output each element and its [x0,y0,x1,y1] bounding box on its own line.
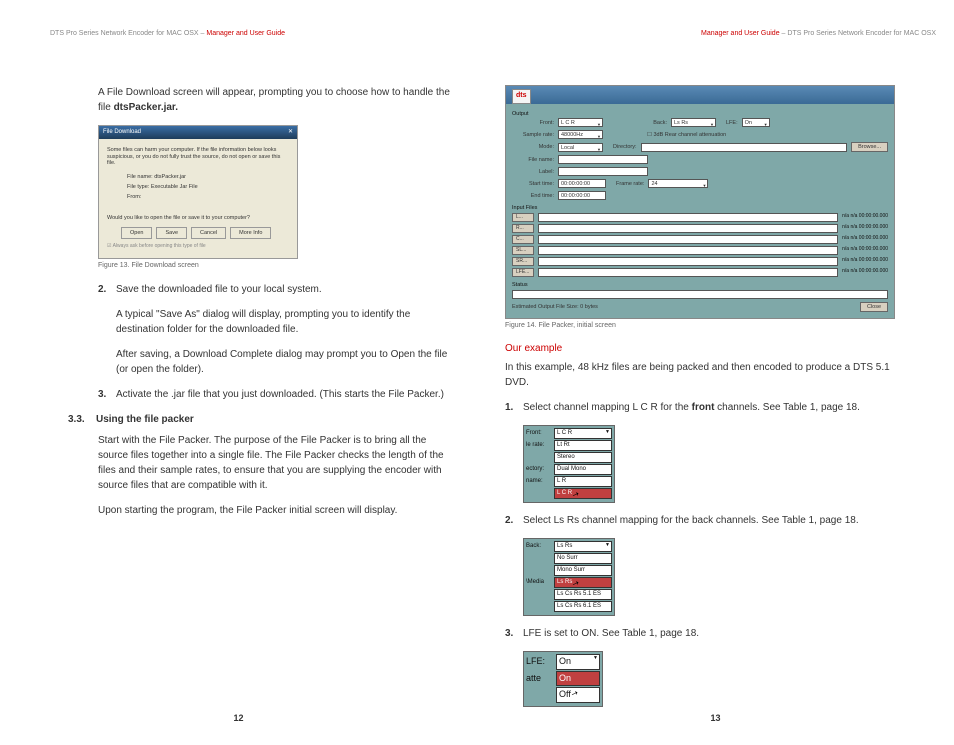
figure-13-caption: Figure 13. File Download screen [98,261,459,272]
section-3-3-p2: Upon starting the program, the File Pack… [98,503,459,518]
dialog-question: Would you like to open the file or save … [107,214,289,222]
input-c-button[interactable]: C... [512,235,534,244]
frame-rate-dropdown[interactable]: 24 [648,179,708,188]
label-field[interactable] [558,167,648,176]
example-step-2: 2. Select Ls Rs channel mapping for the … [505,513,906,528]
figure-14-caption: Figure 14. File Packer, initial screen [505,321,906,332]
directory-field[interactable] [641,143,848,152]
front-dropdown[interactable]: L C R [558,118,603,127]
save-button[interactable]: Save [156,227,187,239]
page-13: Manager and User Guide – DTS Pro Series … [477,0,954,745]
browse-button[interactable]: Browse... [851,142,888,152]
status-bar [512,290,888,299]
input-lfe-button[interactable]: LFE... [512,268,534,277]
step-2-detail-2: After saving, a Download Complete dialog… [116,347,459,377]
estimated-size-label: Estimated Output File Size: 0 bytes [512,303,598,311]
step-2-detail-1: A typical "Save As" dialog will display,… [116,307,459,337]
dts-logo: dts [512,89,531,104]
filename-field[interactable] [558,155,648,164]
figure-14-file-packer-window: dts Output Front: L C R Back: Ls Rs LFE:… [505,85,895,319]
header-right: Manager and User Guide – DTS Pro Series … [701,30,936,37]
selected-lsrs-option[interactable]: Ls Rs [554,577,612,588]
page12-content: A File Download screen will appear, prom… [98,85,459,518]
selected-on-option[interactable]: On [556,671,600,687]
example-step-3: 3. LFE is set to ON. See Table 1, page 1… [505,626,906,641]
dialog-titlebar: File Download✕ [99,126,297,139]
intro-paragraph: A File Download screen will appear, prom… [98,85,459,115]
warning-text: Some files can harm your computer. If th… [107,147,289,167]
close-button[interactable]: Close [860,302,888,312]
document-spread: DTS Pro Series Network Encoder for MAC O… [0,0,954,745]
section-3-3-p1: Start with the File Packer. The purpose … [98,433,459,493]
page13-content: dts Output Front: L C R Back: Ls Rs LFE:… [505,85,906,707]
header-left: DTS Pro Series Network Encoder for MAC O… [50,30,285,37]
selected-lcr-option[interactable]: L C R [554,488,612,499]
header-title: Manager and User Guide [701,30,780,37]
step-3: 3. Activate the .jar file that you just … [98,387,459,402]
header-title: Manager and User Guide [206,30,285,37]
page-number-13: 13 [710,713,720,723]
sample-rate-dropdown[interactable]: 48000Hz [558,130,603,139]
step-2: 2. Save the downloaded file to your loca… [98,282,459,297]
page-number-12: 12 [233,713,243,723]
input-files-section-label: Input Files [512,204,888,212]
always-ask-checkbox-label: ☑ Always ask before opening this type of… [107,243,289,251]
figure-13-file-download-dialog: File Download✕ Some files can harm your … [98,125,298,259]
end-time-field[interactable]: 00:00:00:00 [558,191,606,200]
mini-lfe-dropdown-screenshot: LFE:On atteOn Off [523,651,603,707]
status-section-label: Status [512,281,888,289]
header-product: DTS Pro Series Network Encoder for MAC O… [787,30,936,37]
header-product: DTS Pro Series Network Encoder for MAC O… [50,30,199,37]
mini-back-dropdown-screenshot: Back:Ls Rs No Surr Mono Surr \MediaLs Rs… [523,538,615,616]
our-example-heading: Our example [505,341,906,356]
start-time-field[interactable]: 00:00:00:00 [558,179,606,188]
mini-front-dropdown-screenshot: Front:L C R le rate:Lt Rt Stereo ectory:… [523,425,615,503]
back-dropdown[interactable]: Ls Rs [671,118,716,127]
cancel-button[interactable]: Cancel [191,227,226,239]
more-info-button[interactable]: More Info [230,227,271,239]
mode-dropdown[interactable]: Local [558,143,603,152]
open-button[interactable]: Open [121,227,152,239]
section-3-3-heading: 3.3.Using the file packer [68,412,459,427]
example-text: In this example, 48 kHz files are being … [505,360,906,390]
input-r-button[interactable]: R... [512,224,534,233]
page-12: DTS Pro Series Network Encoder for MAC O… [0,0,477,745]
lfe-dropdown[interactable]: On [742,118,770,127]
fig14-titlebar: dts [506,86,894,104]
output-section-label: Output [512,110,888,118]
input-sl-button[interactable]: SL... [512,246,534,255]
close-icon[interactable]: ✕ [288,128,293,137]
input-l-button[interactable]: L... [512,213,534,222]
example-step-1: 1. Select channel mapping L C R for the … [505,400,906,415]
input-sr-button[interactable]: SR... [512,257,534,266]
